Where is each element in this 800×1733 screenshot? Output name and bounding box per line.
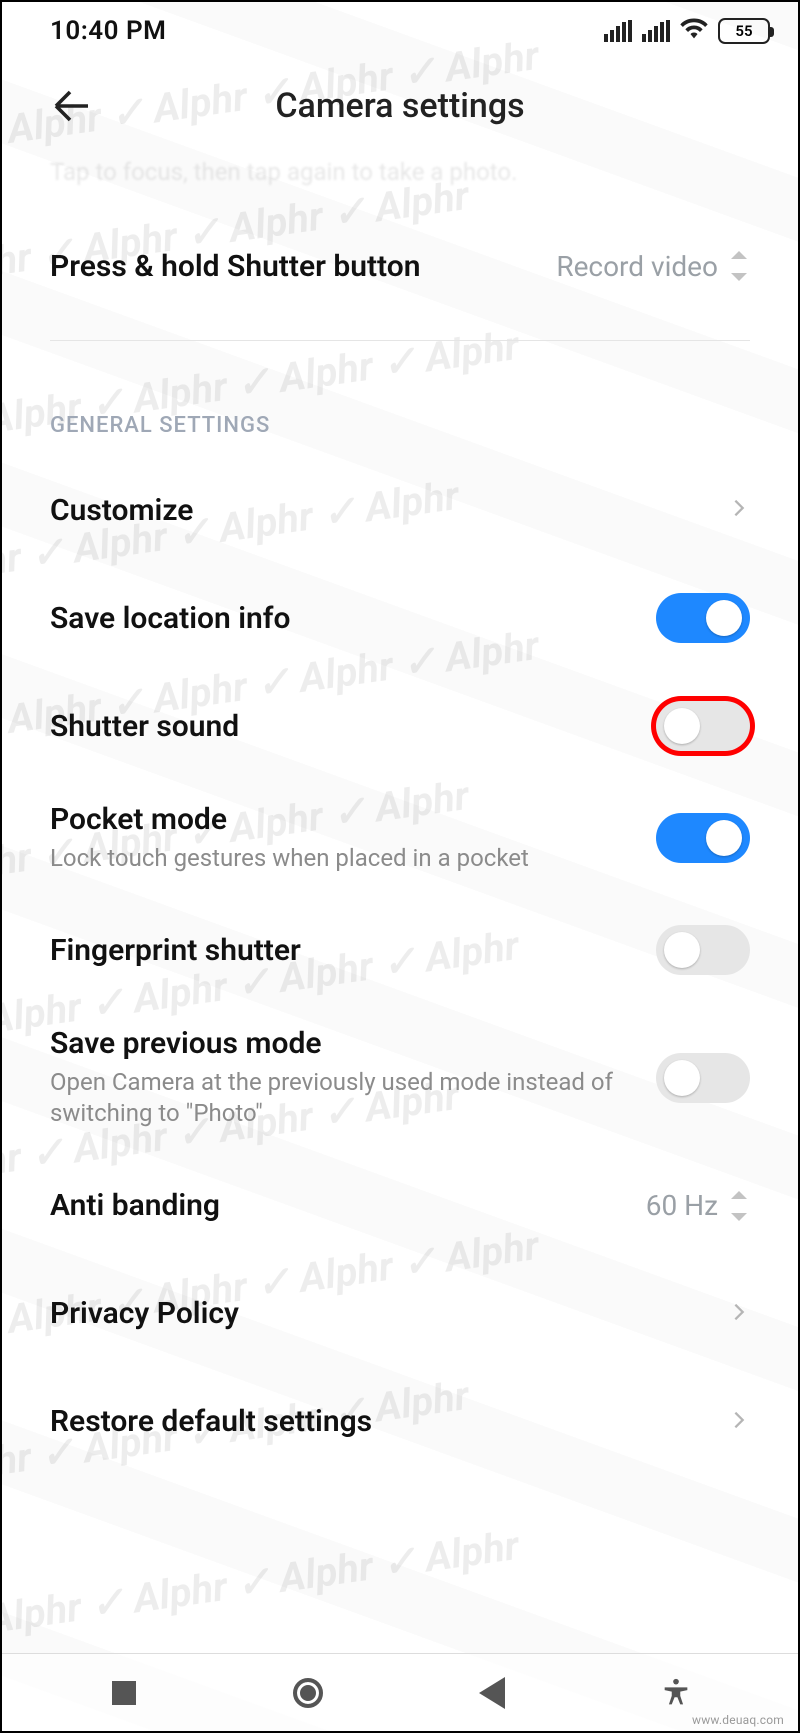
- chevron-right-icon: [728, 1297, 750, 1331]
- chevron-right-icon: [728, 1405, 750, 1439]
- nav-back[interactable]: [467, 1668, 517, 1718]
- watermark-site: www.deuaq.com: [692, 1713, 784, 1727]
- arrow-left-icon: [48, 82, 96, 130]
- battery-icon: 55: [718, 18, 770, 44]
- shutter-sound-toggle[interactable]: [656, 701, 750, 751]
- status-time: 10:40 PM: [50, 16, 166, 46]
- fingerprint-label: Fingerprint shutter: [50, 933, 636, 968]
- privacy-label: Privacy Policy: [50, 1296, 708, 1331]
- row-save-prev[interactable]: Save previous mode Open Camera at the pr…: [50, 1004, 750, 1151]
- save-prev-sub: Open Camera at the previously used mode …: [50, 1067, 636, 1129]
- section-general-header: GENERAL SETTINGS: [50, 361, 750, 456]
- row-save-location[interactable]: Save location info: [50, 564, 750, 672]
- row-pocket-mode[interactable]: Pocket mode Lock touch gestures when pla…: [50, 780, 750, 896]
- shutter-hold-label: Press & hold Shutter button: [50, 249, 536, 284]
- nav-home[interactable]: [283, 1668, 333, 1718]
- status-right: 55: [604, 15, 770, 47]
- signal-1-icon: [604, 20, 632, 42]
- save-location-label: Save location info: [50, 601, 636, 636]
- anti-banding-label: Anti banding: [50, 1188, 626, 1223]
- divider: [50, 340, 750, 341]
- row-shutter-sound[interactable]: Shutter sound: [50, 672, 750, 780]
- android-navbar: [2, 1653, 798, 1731]
- square-icon: [112, 1681, 136, 1705]
- save-prev-toggle[interactable]: [656, 1053, 750, 1103]
- row-anti-banding[interactable]: Anti banding 60 Hz: [50, 1152, 750, 1260]
- fingerprint-toggle[interactable]: [656, 925, 750, 975]
- updown-icon: [728, 1191, 750, 1221]
- back-button[interactable]: [32, 76, 112, 136]
- restore-label: Restore default settings: [50, 1404, 708, 1439]
- shutter-hold-value: Record video: [556, 250, 750, 283]
- app-header: Camera settings: [2, 60, 798, 152]
- page-title: Camera settings: [2, 86, 798, 126]
- wifi-icon: [680, 15, 708, 47]
- battery-level: 55: [735, 22, 752, 40]
- circle-icon: [293, 1678, 323, 1708]
- pocket-mode-sub: Lock touch gestures when placed in a poc…: [50, 843, 636, 874]
- accessibility-icon: [659, 1676, 693, 1710]
- prev-setting-subtitle: Tap to focus, then tap again to take a p…: [50, 152, 750, 212]
- signal-2-icon: [642, 20, 670, 42]
- customize-label: Customize: [50, 493, 708, 528]
- status-bar: 10:40 PM 55: [2, 2, 798, 60]
- chevron-right-icon: [728, 493, 750, 527]
- anti-banding-value: 60 Hz: [646, 1189, 750, 1222]
- row-restore[interactable]: Restore default settings: [50, 1368, 750, 1476]
- save-prev-label: Save previous mode: [50, 1026, 636, 1061]
- updown-icon: [728, 251, 750, 281]
- row-fingerprint[interactable]: Fingerprint shutter: [50, 896, 750, 1004]
- triangle-left-icon: [479, 1677, 505, 1709]
- pocket-mode-label: Pocket mode: [50, 802, 636, 837]
- row-shutter-hold[interactable]: Press & hold Shutter button Record video: [50, 212, 750, 320]
- shutter-sound-label: Shutter sound: [50, 709, 636, 744]
- pocket-mode-toggle[interactable]: [656, 813, 750, 863]
- row-customize[interactable]: Customize: [50, 456, 750, 564]
- save-location-toggle[interactable]: [656, 593, 750, 643]
- nav-recents[interactable]: [99, 1668, 149, 1718]
- nav-accessibility[interactable]: [651, 1668, 701, 1718]
- row-privacy[interactable]: Privacy Policy: [50, 1260, 750, 1368]
